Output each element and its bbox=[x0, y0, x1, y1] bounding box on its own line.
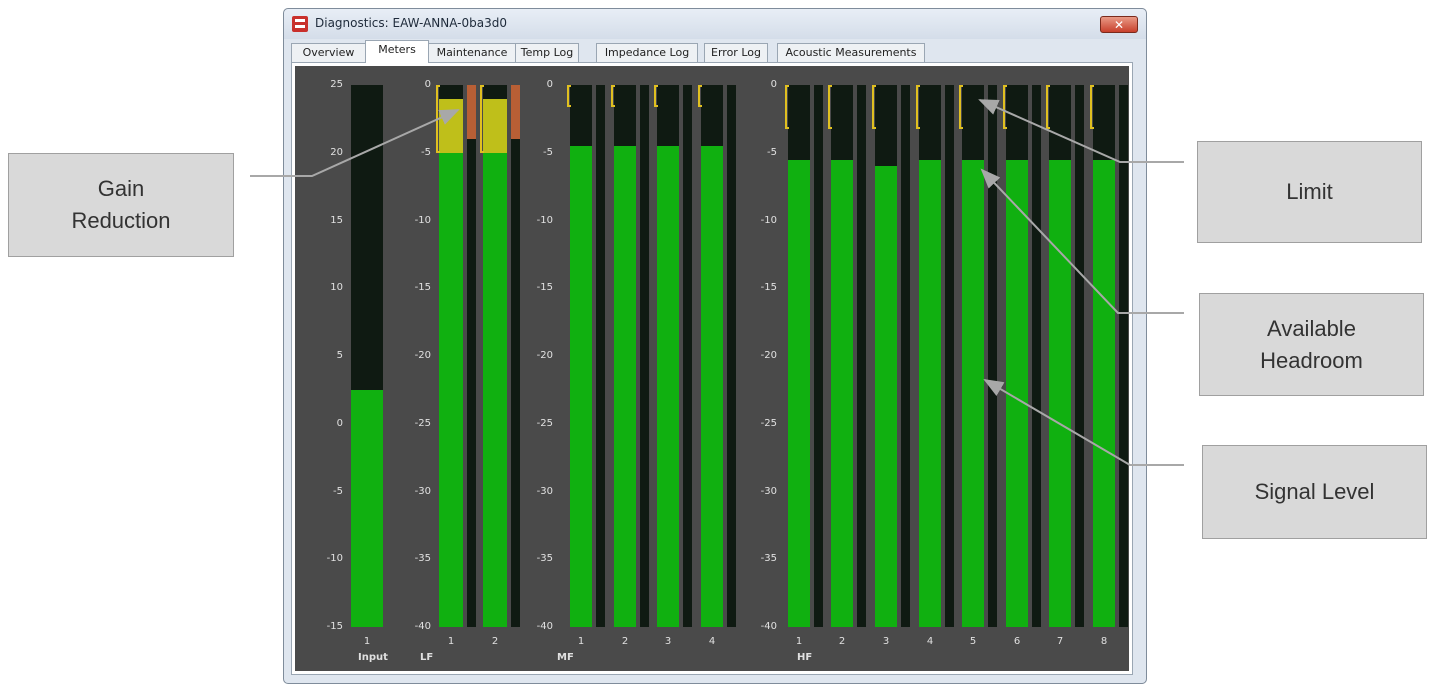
leader-headroom bbox=[980, 168, 1184, 314]
leader-limit bbox=[978, 99, 1184, 163]
leader-lines bbox=[250, 99, 1184, 466]
leader-gain-reduction bbox=[250, 109, 460, 177]
leader-signal bbox=[983, 378, 1184, 466]
tab-meters[interactable]: Meters bbox=[365, 40, 429, 63]
